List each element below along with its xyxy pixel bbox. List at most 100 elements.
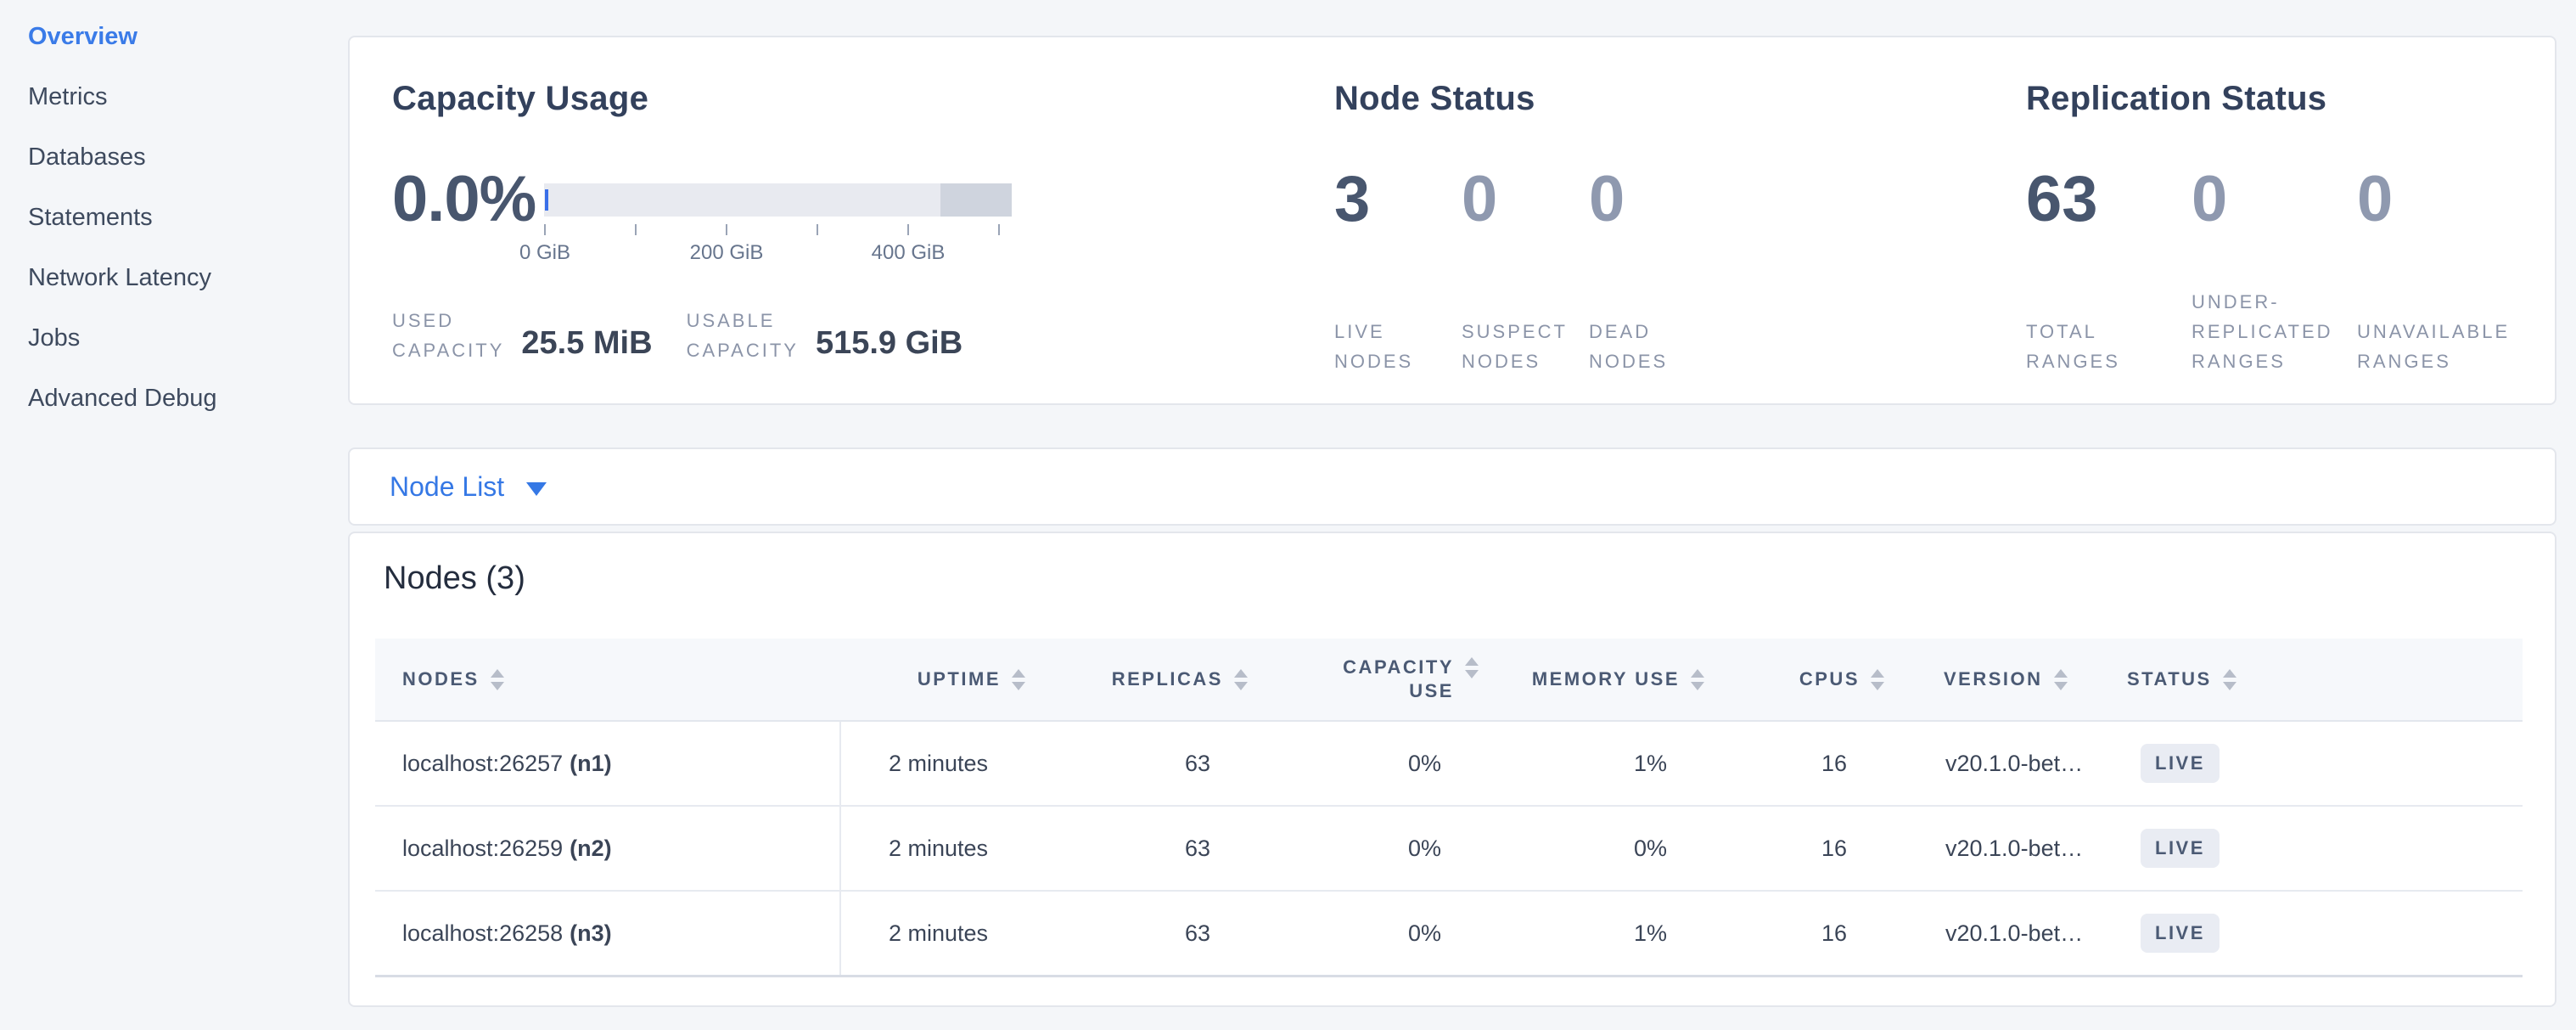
- sort-icon: [1465, 657, 1479, 678]
- live-nodes-stat: 3 LIVE NODES: [1334, 172, 1462, 376]
- node-address-cell[interactable]: localhost:26259(n2): [375, 806, 840, 891]
- unavailable-ranges-value: 0: [2357, 172, 2523, 228]
- sidebar: Overview Metrics Databases Statements Ne…: [0, 0, 348, 1030]
- node-id: (n1): [570, 751, 612, 776]
- usable-capacity-metric: USABLE CAPACITY 515.9 GiB: [687, 306, 963, 365]
- node-address-cell[interactable]: localhost:26258(n3): [375, 891, 840, 977]
- dead-nodes-stat: 0 DEAD NODES: [1589, 172, 1716, 376]
- column-header-nodes[interactable]: NODES: [375, 639, 840, 721]
- replication-status-title: Replication Status: [2026, 78, 2555, 119]
- memory-use-cell: 0%: [1479, 806, 1704, 891]
- column-label: NODES: [402, 668, 480, 690]
- sidebar-item-metrics[interactable]: Metrics: [28, 84, 348, 110]
- column-label: VERSION: [1944, 668, 2043, 690]
- capacity-gauge: 0 GiB 200 GiB 400 GiB: [544, 183, 1012, 267]
- dead-nodes-value: 0: [1589, 172, 1716, 228]
- nodes-table-title: Nodes (3): [384, 559, 2523, 598]
- sidebar-item-statements[interactable]: Statements: [28, 205, 348, 230]
- memory-use-cell: 1%: [1479, 721, 1704, 806]
- used-capacity-label: USED CAPACITY: [392, 306, 504, 365]
- column-label: STATUS: [2127, 668, 2212, 690]
- node-address-cell[interactable]: localhost:26257 (n1): [375, 721, 840, 806]
- usable-capacity-value: 515.9 GiB: [816, 325, 962, 362]
- sort-icon: [1691, 669, 1704, 690]
- column-header-status[interactable]: STATUS: [2096, 639, 2523, 721]
- sort-icon: [491, 669, 504, 690]
- node-status-section: Node Status 3 LIVE NODES 0 SUSPECT NODES…: [1334, 78, 2026, 403]
- replicas-cell: 63: [1025, 806, 1248, 891]
- gauge-tick-label: 400 GiB: [872, 241, 946, 265]
- used-capacity-value: 25.5 MiB: [521, 325, 652, 362]
- sidebar-item-advanced-debug[interactable]: Advanced Debug: [28, 386, 348, 411]
- capacity-metrics: USED CAPACITY 25.5 MiB USABLE CAPACITY 5…: [392, 306, 1334, 365]
- cluster-summary-card: Capacity Usage 0.0%: [348, 36, 2556, 405]
- used-capacity-metric: USED CAPACITY 25.5 MiB: [392, 306, 653, 365]
- gauge-tick: [998, 224, 1000, 235]
- gauge-tick: [907, 224, 909, 235]
- column-header-memory-use[interactable]: MEMORY USE: [1479, 639, 1704, 721]
- sidebar-item-network-latency[interactable]: Network Latency: [28, 265, 348, 290]
- capacity-gauge-used-segment: [545, 189, 548, 211]
- usable-capacity-label: USABLE CAPACITY: [687, 306, 799, 365]
- main-content: Capacity Usage 0.0%: [348, 0, 2576, 1030]
- column-label: UPTIME: [918, 668, 1001, 690]
- status-cell: LIVE: [2096, 806, 2523, 891]
- status-cell: LIVE: [2096, 891, 2523, 977]
- node-address: localhost:26257: [402, 751, 563, 776]
- capacity-gauge-bar: [544, 183, 1012, 217]
- unavailable-ranges-stat: 0 UNAVAILABLE RANGES: [2357, 172, 2523, 376]
- gauge-tick: [544, 224, 546, 235]
- under-replicated-ranges-label: UNDER- REPLICATED RANGES: [2192, 287, 2357, 376]
- table-header-row: NODES UPTIME REPLICAS CAPACITY USE MEMOR: [375, 639, 2523, 721]
- version-cell: v20.1.0-bet…: [1884, 721, 2096, 806]
- column-label: CAPACITY USE: [1327, 656, 1454, 703]
- cpus-cell: 16: [1704, 806, 1884, 891]
- replication-status-section: Replication Status 63 TOTAL RANGES 0 UND…: [2026, 78, 2555, 403]
- status-badge: LIVE: [2141, 914, 2220, 953]
- capacity-use-cell: 0%: [1248, 891, 1479, 977]
- total-ranges-value: 63: [2026, 172, 2192, 228]
- capacity-gauge-tick-labels: 0 GiB 200 GiB 400 GiB: [544, 241, 1012, 267]
- column-label: REPLICAS: [1112, 668, 1223, 690]
- admin-ui: Overview Metrics Databases Statements Ne…: [0, 0, 2576, 1030]
- unavailable-ranges-label: UNAVAILABLE RANGES: [2357, 287, 2523, 376]
- capacity-gauge-ticks: [544, 224, 1012, 235]
- under-replicated-ranges-stat: 0 UNDER- REPLICATED RANGES: [2192, 172, 2357, 376]
- column-header-version[interactable]: VERSION: [1884, 639, 2096, 721]
- status-cell: LIVE: [2096, 721, 2523, 806]
- sidebar-item-overview[interactable]: Overview: [28, 24, 348, 49]
- column-label: MEMORY USE: [1532, 668, 1680, 690]
- node-status-stats: 3 LIVE NODES 0 SUSPECT NODES 0 DEAD NODE…: [1334, 172, 2026, 376]
- gauge-tick-label: 200 GiB: [690, 241, 764, 265]
- replicas-cell: 63: [1025, 721, 1248, 806]
- gauge-tick-label: 0 GiB: [519, 241, 570, 265]
- column-header-uptime[interactable]: UPTIME: [840, 639, 1025, 721]
- table-row: localhost:26259(n2) 2 minutes 63 0% 0% 1…: [375, 806, 2523, 891]
- column-header-capacity-use[interactable]: CAPACITY USE: [1248, 639, 1479, 721]
- capacity-usage-title: Capacity Usage: [392, 78, 1334, 119]
- sort-icon: [2223, 669, 2236, 690]
- dead-nodes-label: DEAD NODES: [1589, 287, 1716, 376]
- column-header-cpus[interactable]: CPUS: [1704, 639, 1884, 721]
- sidebar-item-databases[interactable]: Databases: [28, 144, 348, 170]
- sort-icon: [1012, 669, 1025, 690]
- sidebar-item-jobs[interactable]: Jobs: [28, 325, 348, 351]
- uptime-cell: 2 minutes: [840, 891, 1025, 977]
- capacity-percent: 0.0%: [392, 172, 544, 228]
- column-header-replicas[interactable]: REPLICAS: [1025, 639, 1248, 721]
- suspect-nodes-stat: 0 SUSPECT NODES: [1462, 172, 1589, 376]
- node-list-dropdown-label: Node List: [390, 473, 504, 500]
- suspect-nodes-value: 0: [1462, 172, 1589, 228]
- version-cell: v20.1.0-bet…: [1884, 806, 2096, 891]
- status-badge: LIVE: [2141, 829, 2220, 868]
- chevron-down-icon: [526, 482, 547, 496]
- cpus-cell: 16: [1704, 721, 1884, 806]
- capacity-usage-section: Capacity Usage 0.0%: [392, 78, 1334, 403]
- uptime-cell: 2 minutes: [840, 721, 1025, 806]
- node-list-dropdown[interactable]: Node List: [390, 473, 547, 500]
- version-cell: v20.1.0-bet…: [1884, 891, 2096, 977]
- node-address: localhost:26259: [402, 836, 563, 861]
- uptime-cell: 2 minutes: [840, 806, 1025, 891]
- column-label: CPUS: [1799, 668, 1860, 690]
- memory-use-cell: 1%: [1479, 891, 1704, 977]
